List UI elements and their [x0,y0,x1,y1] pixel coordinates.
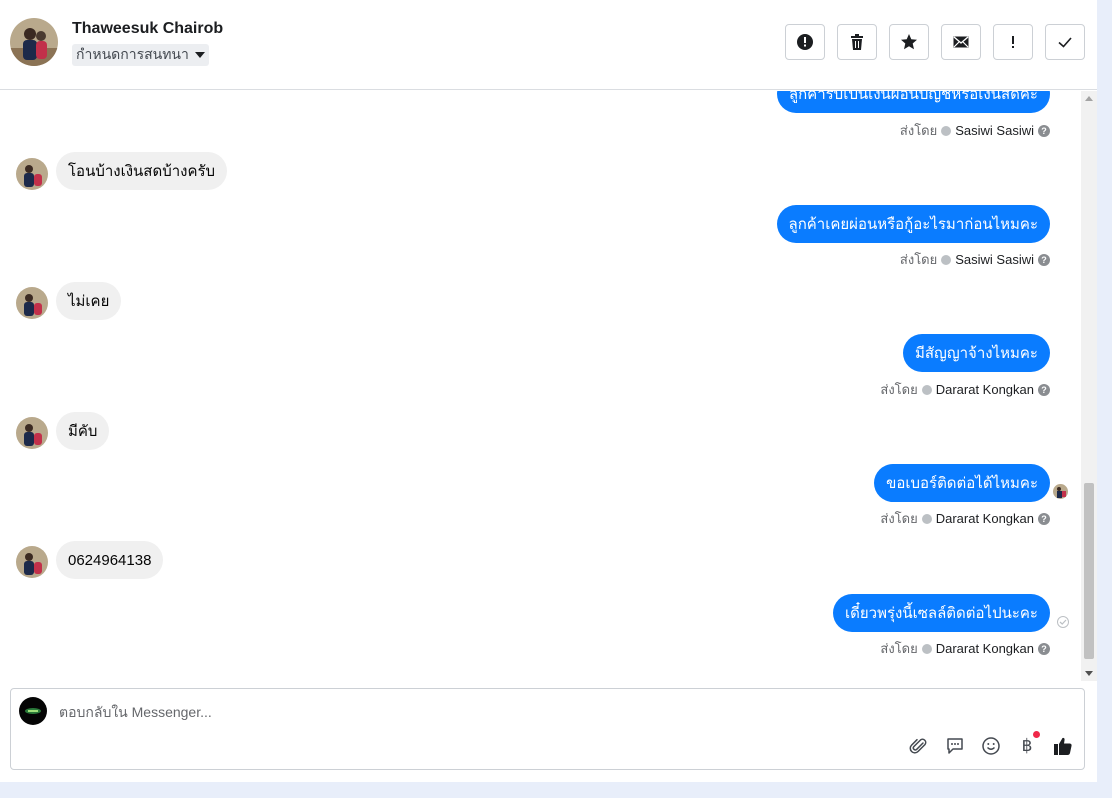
contact-avatar-small[interactable] [16,287,48,319]
sent-by: ส่งโดย Dararat Kongkan ? [880,379,1050,400]
agent-status-icon [941,254,952,265]
scroll-up-arrow[interactable] [1085,96,1093,101]
contact-avatar-small[interactable] [16,417,48,449]
agent-status-icon [941,125,952,136]
agent-name: Sasiwi Sasiwi [955,252,1034,267]
agent-name: Dararat Kongkan [935,641,1034,656]
sent-by-label: ส่งโดย [880,511,918,526]
help-icon[interactable]: ? [1038,383,1050,396]
exclamation-icon [1012,36,1014,48]
emoji-icon [982,737,1000,755]
contact-avatar-small[interactable] [16,158,48,190]
check-icon [1058,37,1072,48]
sent-by: ส่งโดย Sasiwi Sasiwi ? [900,120,1050,141]
delete-button[interactable] [837,24,877,60]
star-button[interactable] [889,24,929,60]
contact-name[interactable]: Thaweesuk Chairob [72,20,223,38]
message-text: มีคับ [68,423,98,440]
contact-avatar[interactable] [10,18,58,66]
payment-button[interactable]: ฿ [1016,731,1040,757]
thumbs-up-icon [1054,737,1072,755]
baht-payment-icon: ฿ [1021,736,1033,756]
composer-tools: ฿ [908,731,1074,757]
outgoing-message[interactable]: ขอเบอร์ติดต่อได้ไหมคะ [874,464,1050,502]
incoming-message[interactable]: 0624964138 [56,541,164,579]
seen-by-avatar [1053,484,1068,499]
sent-check-icon [1057,616,1069,628]
sent-by: ส่งโดย Sasiwi Sasiwi ? [900,249,1050,270]
outgoing-message[interactable]: ลูกค้าเคยผ่อนหรือกู้อะไรมาก่อนไหมคะ [776,205,1050,243]
follow-up-button[interactable] [993,24,1033,60]
agent-name: Sasiwi Sasiwi [955,123,1034,138]
conversation-header: Thaweesuk Chairob กำหนดการสนทนา [0,0,1097,90]
agent-status-icon [921,384,932,395]
notification-dot [1033,731,1040,738]
saved-reply-button[interactable] [944,735,966,757]
help-icon[interactable]: ? [1038,642,1050,655]
sent-by-label: ส่งโดย [899,123,938,138]
trash-icon [851,34,863,50]
message-list: ลูกค้ารับเป็นเงินผ่อนบัญชีหรือเงินสดคะ ส… [0,91,1080,681]
message-scrollbar[interactable] [1081,91,1097,681]
reply-composer: ฿ [10,688,1085,770]
message-text: โอนบ้างเงินสดบ้างครับ [68,163,216,180]
message-text: ลูกค้าเคยผ่อนหรือกู้อะไรมาก่อนไหมคะ [788,216,1039,233]
message-text: ขอเบอร์ติดต่อได้ไหมคะ [886,475,1038,492]
agent-status-icon [921,513,932,524]
report-spam-button[interactable] [785,24,825,60]
help-icon[interactable]: ? [1038,124,1050,137]
saved-reply-icon [947,738,963,754]
help-icon[interactable]: ? [1038,512,1050,525]
sent-by: ส่งโดย Dararat Kongkan ? [880,638,1050,659]
envelope-icon [953,36,969,48]
scroll-down-arrow[interactable] [1085,671,1093,676]
assign-label-text: กำหนดการสนทนา [76,46,189,62]
alert-circle-icon [797,34,813,50]
message-text: ลูกค้ารับเป็นเงินผ่อนบัญชีหรือเงินสดคะ [788,91,1038,103]
outgoing-message[interactable]: ลูกค้ารับเป็นเงินผ่อนบัญชีหรือเงินสดคะ [776,91,1050,113]
incoming-message[interactable]: โอนบ้างเงินสดบ้างครับ [56,152,228,190]
attach-button[interactable] [908,735,930,757]
scrollbar-thumb[interactable] [1084,483,1094,659]
emoji-button[interactable] [980,735,1002,757]
contact-avatar-small[interactable] [16,546,48,578]
help-icon[interactable]: ? [1038,253,1050,266]
page-avatar [19,697,47,725]
sent-by: ส่งโดย Dararat Kongkan ? [880,508,1050,529]
mark-unread-button[interactable] [941,24,981,60]
sent-by-label: ส่งโดย [880,641,918,656]
message-text: ไม่เคย [68,293,110,310]
reply-input[interactable] [59,702,959,722]
agent-name: Dararat Kongkan [935,511,1034,526]
agent-name: Dararat Kongkan [935,382,1034,397]
assign-label-dropdown[interactable]: กำหนดการสนทนา [72,44,209,66]
incoming-message[interactable]: ไม่เคย [56,282,122,320]
outgoing-message[interactable]: มีสัญญาจ้างไหมคะ [903,334,1050,372]
header-actions [785,24,1085,60]
outgoing-message[interactable]: เดี๋ยวพรุ่งนี้เซลล์ติดต่อไปนะคะ [833,594,1050,632]
caret-down-icon [194,52,205,58]
mark-done-button[interactable] [1045,24,1085,60]
sent-by-label: ส่งโดย [880,382,918,397]
message-text: มีสัญญาจ้างไหมคะ [915,345,1038,362]
message-text: 0624964138 [68,551,152,569]
sent-by-label: ส่งโดย [899,252,938,267]
message-text: เดี๋ยวพรุ่งนี้เซลล์ติดต่อไปนะคะ [845,605,1038,622]
conversation-panel: Thaweesuk Chairob กำหนดการสนทนา ลูกค้ารั… [0,0,1097,782]
star-icon [901,34,917,50]
paperclip-icon [909,738,927,754]
like-button[interactable] [1052,735,1074,757]
agent-status-icon [921,643,932,654]
incoming-message[interactable]: มีคับ [56,412,110,450]
